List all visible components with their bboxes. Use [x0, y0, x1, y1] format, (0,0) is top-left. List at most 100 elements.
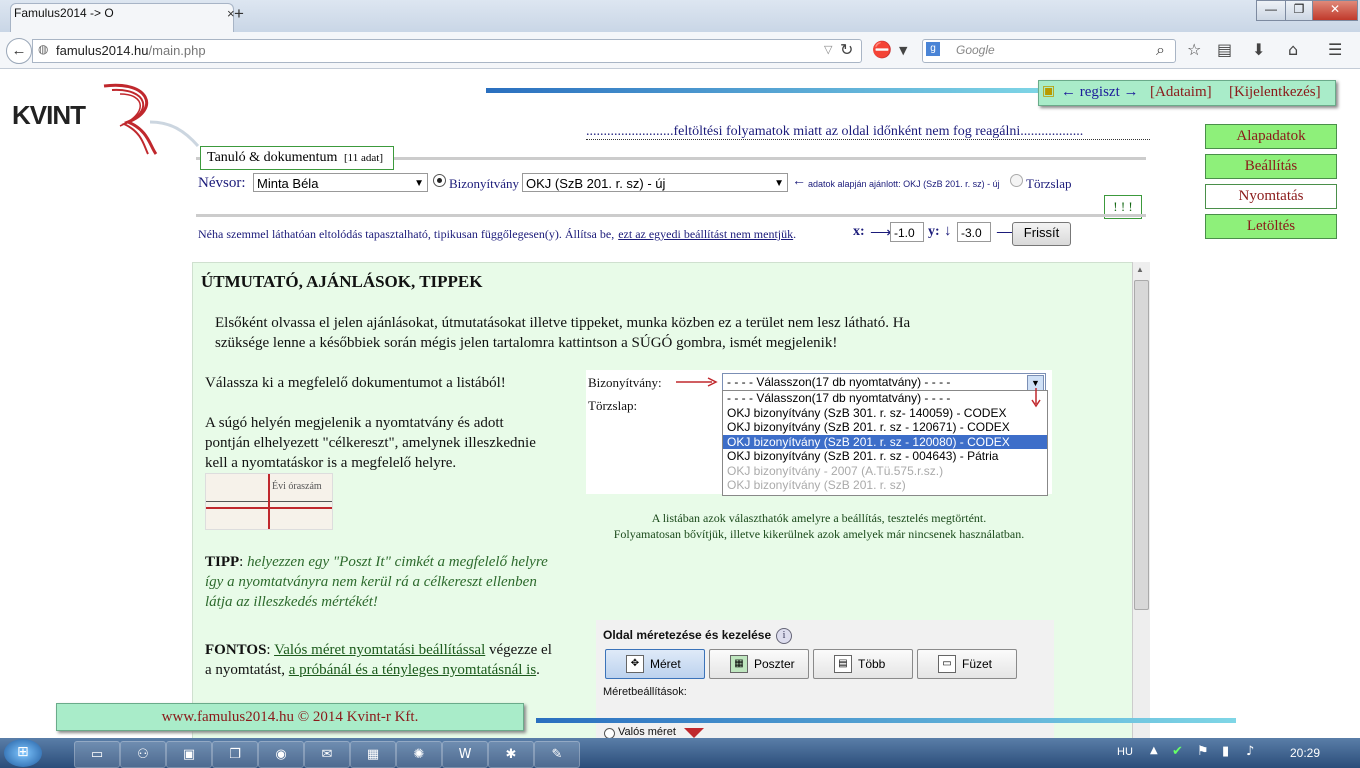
- menu-beallitas-button[interactable]: Beállítás: [1205, 154, 1337, 179]
- fuzet-button[interactable]: ▭ Füzet: [917, 649, 1017, 679]
- back-arrow-icon[interactable]: ←: [6, 38, 32, 64]
- menu-alapadatok-button[interactable]: Alapadatok: [1205, 124, 1337, 149]
- reload-icon[interactable]: ↻: [840, 40, 853, 59]
- save-taskbar-icon[interactable]: ▣: [166, 741, 212, 768]
- logout-link[interactable]: [Kijelentkezés]: [1229, 84, 1321, 101]
- network-signal-icon[interactable]: ▮: [1222, 744, 1229, 759]
- document-select-value: OKJ (SzB 201. r. sz) - új: [526, 176, 666, 191]
- fontos-text-2: a nyomtatást,: [205, 662, 285, 678]
- language-indicator[interactable]: HU: [1117, 746, 1133, 758]
- explorer-taskbar-icon[interactable]: ▭: [74, 741, 120, 768]
- panel-title-box: Tanuló & dokumentum [11 adat]: [200, 146, 394, 170]
- y-offset-input[interactable]: -3.0: [957, 222, 991, 242]
- bookmark-star-icon[interactable]: ☆: [1187, 40, 1201, 59]
- files-taskbar-icon[interactable]: ❐: [212, 741, 258, 768]
- addon-icon[interactable]: ⛔: [872, 40, 892, 59]
- search-icon[interactable]: ⌕: [1156, 40, 1165, 60]
- footer-bar[interactable]: www.famulus2014.hu © 2014 Kvint-r Kft.: [56, 703, 524, 731]
- x-offset-input[interactable]: -1.0: [890, 222, 924, 242]
- menu-icon[interactable]: ☰: [1328, 40, 1342, 59]
- valos-meret-label: Valós méret: [618, 726, 676, 738]
- document-select[interactable]: OKJ (SzB 201. r. sz) - új ▼: [522, 173, 788, 192]
- new-tab-icon[interactable]: +: [234, 4, 244, 24]
- outlook-taskbar-icon[interactable]: ✉: [304, 741, 350, 768]
- scrollbar-thumb[interactable]: [1134, 280, 1149, 610]
- tray-app-icon[interactable]: ✔: [1172, 744, 1183, 759]
- option-item[interactable]: - - - - Válasszon(17 db nyomtatvány) - -…: [723, 391, 1047, 406]
- auth-bar: ▣ ← regiszt → [Adataim] [Kijelentkezés]: [1038, 80, 1336, 106]
- tipp-text-1: helyezzen egy "Poszt It" cimkét a megfel…: [247, 554, 548, 570]
- tobb-label: Több: [858, 657, 886, 671]
- bizonyitvany-label: Bizonyítvány: [449, 176, 520, 191]
- valos-meret-link[interactable]: Valós méret nyomtatási beállítással: [274, 642, 485, 658]
- x-arrow-icon: ⟶: [870, 225, 892, 241]
- student-select[interactable]: Minta Béla ▼: [253, 173, 428, 192]
- crosshair-thumbnail: Évi óraszám: [205, 473, 333, 530]
- firefox-taskbar-icon[interactable]: ✺: [396, 741, 442, 768]
- tab-title[interactable]: Famulus2014 -> O: [14, 6, 114, 20]
- tray-expand-icon[interactable]: ▲: [1150, 745, 1158, 756]
- tobb-button[interactable]: ▤ Több: [813, 649, 913, 679]
- close-window-button[interactable]: ✕: [1312, 0, 1358, 21]
- kvint-logo: KVINT: [12, 100, 86, 130]
- chrome-taskbar-icon[interactable]: ◉: [258, 741, 304, 768]
- tipp-label: TIPP: [205, 554, 240, 570]
- intro-line-1: Elsőként olvassa el jelen ajánlásokat, ú…: [215, 315, 911, 331]
- option-item[interactable]: OKJ bizonyítvány (SzB 301. r. sz- 140059…: [723, 406, 1047, 421]
- meret-button[interactable]: ✥ Méret: [605, 649, 705, 679]
- footer-divider: [536, 718, 1236, 723]
- fontos-text: végezze el: [489, 642, 552, 658]
- option-item[interactable]: OKJ bizonyítvány (SzB 201. r. sz - 12067…: [723, 420, 1047, 435]
- proba-link[interactable]: a próbánál és a tényleges nyomtatásnál i…: [289, 662, 536, 678]
- google-icon[interactable]: g: [926, 42, 940, 56]
- refresh-button[interactable]: Frissít: [1012, 222, 1071, 246]
- network-taskbar-icon[interactable]: ⚇: [120, 741, 166, 768]
- option-item[interactable]: OKJ bizonyítvány (SzB 201. r. sz - 00464…: [723, 449, 1047, 464]
- shift-row: Néha szemmel láthatóan eltolódás tapaszt…: [198, 225, 796, 243]
- menu-nyomtatas-button[interactable]: Nyomtatás: [1205, 184, 1337, 209]
- home-icon[interactable]: ⌂: [1288, 40, 1298, 59]
- maximize-button[interactable]: ❐: [1285, 0, 1313, 21]
- url-dropdown-icon[interactable]: ▽: [824, 43, 832, 56]
- shift-link[interactable]: ezt az egyedi beállítást nem mentjük: [618, 227, 793, 241]
- info-icon[interactable]: i: [776, 628, 792, 644]
- torzslap-label: Törzslap: [1026, 176, 1072, 191]
- header-divider: [486, 88, 1046, 93]
- tray-flag-icon[interactable]: ⚑: [1197, 744, 1209, 759]
- demo-torzslap-label: Törzslap:: [588, 398, 638, 413]
- volume-icon[interactable]: ♪: [1246, 744, 1254, 759]
- fuzet-label: Füzet: [962, 657, 993, 671]
- minimize-button[interactable]: —: [1256, 0, 1286, 21]
- search-input[interactable]: Google: [956, 43, 995, 57]
- list-note: A listában azok választhatók amelyre a b…: [586, 510, 1052, 542]
- option-item-selected[interactable]: OKJ bizonyítvány (SzB 201. r. sz - 12008…: [723, 434, 1047, 449]
- demo-options-list[interactable]: - - - - Válasszon(17 db nyomtatvány) - -…: [722, 390, 1048, 496]
- sugo-line-3: kell a nyomtatáskor is a megfelelő helyr…: [205, 455, 457, 471]
- bizonyitvany-radio[interactable]: [433, 174, 446, 187]
- app-taskbar-icon[interactable]: ✱: [488, 741, 534, 768]
- x-label: x:: [853, 224, 865, 239]
- calculator-taskbar-icon[interactable]: ▦: [350, 741, 396, 768]
- menu-letoltes-button[interactable]: Letöltés: [1205, 214, 1337, 239]
- poster-icon: ▦: [730, 655, 748, 673]
- tipp-line-3: látja az illeszkedés mértékét!: [205, 594, 378, 610]
- word-taskbar-icon[interactable]: W: [442, 741, 488, 768]
- bookmarks-list-icon[interactable]: ▤: [1217, 40, 1232, 59]
- demo-bizonyitvany-label: Bizonyítvány:: [588, 375, 662, 390]
- url-text[interactable]: famulus2014.hu/main.php: [56, 43, 206, 58]
- demo-document-select[interactable]: - - - - Válasszon(17 db nyomtatvány) - -…: [722, 373, 1046, 391]
- torzslap-radio[interactable]: [1010, 174, 1023, 187]
- downloads-icon[interactable]: ⬇: [1252, 40, 1265, 59]
- resize-icon: ✥: [626, 655, 644, 673]
- notice-text: .........................feltöltési foly…: [586, 124, 1084, 139]
- addon-dropdown-icon[interactable]: ▼: [899, 44, 907, 57]
- poszter-button[interactable]: ▦ Poszter: [709, 649, 809, 679]
- fontos-line-2: a nyomtatást, a próbánál és a tényleges …: [205, 660, 540, 680]
- clock[interactable]: 20:29: [1290, 746, 1320, 760]
- red-arrow-icon: [676, 377, 718, 387]
- paint-taskbar-icon[interactable]: ✎: [534, 741, 580, 768]
- my-data-link[interactable]: [Adataim]: [1150, 84, 1212, 101]
- fontos-label: FONTOS: [205, 642, 267, 658]
- scroll-up-icon[interactable]: ▲: [1136, 265, 1144, 274]
- register-link[interactable]: ← regiszt →: [1061, 84, 1138, 101]
